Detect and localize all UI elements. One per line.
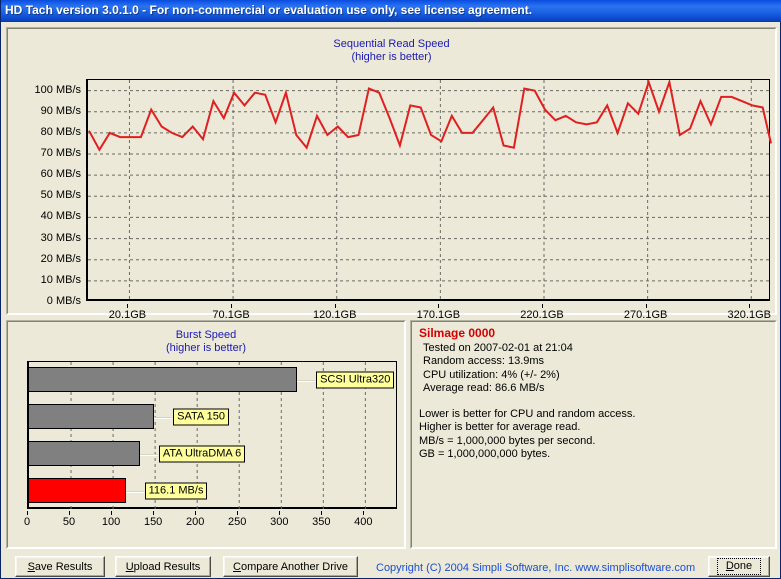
sequential-read-svg (88, 80, 772, 302)
sequential-read-line (88, 80, 772, 152)
burst-x-tick (153, 511, 155, 515)
burst-bar-leader (125, 490, 144, 493)
compare-accel: C (233, 560, 241, 573)
sequential-read-panel: Sequential Read Speed (higher is better)… (6, 27, 777, 321)
burst-x-tick-label: 300 (270, 516, 289, 528)
burst-bar (28, 404, 155, 429)
sequential-y-tick-label: 100 MB/s (34, 83, 81, 96)
cpu-utilization-line: CPU utilization: 4% (+/- 2%) (423, 368, 560, 381)
burst-bar-label: SATA 150 (173, 408, 230, 425)
sequential-y-tick-label: 70 MB/s (40, 147, 81, 159)
burst-x-tick (321, 511, 323, 515)
compare-button-label: Compare Another Drive (233, 561, 348, 573)
average-read-line: Average read: 86.6 MB/s (423, 382, 545, 394)
sequential-y-tick-label: 60 MB/s (40, 168, 81, 181)
sequential-x-tick (438, 304, 440, 308)
save-results-button[interactable]: Save Results (15, 556, 105, 577)
sequential-x-axis-labels: 20.1GB 70.1GB 120.1GB 170.1GB 220.1GB 270.1GB… (86, 304, 771, 321)
sequential-y-tick-label: 20 MB/s (40, 252, 81, 265)
burst-bar-leader (297, 379, 316, 382)
upload-results-button[interactable]: Upload Results (115, 556, 211, 577)
save-results-button-label: Save Results (28, 561, 93, 573)
burst-plot-area: SCSI Ultra320 SATA 150 ATA UltraDMA 6 116.1… (27, 361, 397, 510)
burst-bar-leader (154, 416, 173, 419)
random-access-line: Random access: 13.9ms (423, 355, 545, 367)
copyright-text: Copyright (C) 2004 Simpli Software, Inc.… (376, 562, 696, 574)
drive-info-body: Silmage 0000 Tested on 2007-02-01 at 21:… (419, 326, 770, 462)
done-accel: D (725, 560, 734, 572)
sequential-plot-frame (86, 79, 772, 302)
done-button[interactable]: Done (708, 556, 770, 577)
sequential-y-tick-label: 40 MB/s (40, 210, 81, 223)
burst-x-tick-label: 200 (185, 516, 205, 528)
burst-x-tick (27, 511, 28, 515)
upload-results-accel: U (125, 560, 134, 573)
info-note-lower-better: Lower is better for CPU and random acces… (419, 407, 636, 420)
sequential-x-tick (542, 304, 543, 308)
burst-x-tick (363, 511, 365, 515)
done-rest: one (733, 560, 753, 572)
drive-name: Silmage 0000 (419, 326, 496, 340)
sequential-y-tick-label: 10 MB/s (40, 273, 81, 286)
save-results-rest: ave Results (34, 560, 93, 573)
burst-x-tick-label: 100 (101, 516, 121, 528)
burst-x-tick-label: 400 (354, 516, 373, 528)
sequential-y-axis-labels: 100 MB/s 90 MB/s 80 MB/s 70 MB/s 60 MB/s 50 M… (7, 79, 81, 307)
burst-x-tick-label: 350 (312, 516, 331, 528)
drive-info-panel: Silmage 0000 Tested on 2007-02-01 at 21:… (410, 320, 777, 549)
sequential-x-tick (749, 304, 751, 308)
window-title: HD Tach version 3.0.1.0 - For non-commer… (5, 3, 533, 17)
hd-tach-window: HD Tach version 3.0.1.0 - For non-commer… (0, 0, 781, 579)
sequential-y-tick-label: 50 MB/s (40, 189, 81, 202)
sequential-y-tick-label: 0 MB/s (46, 295, 81, 307)
sequential-x-tick (127, 304, 129, 308)
done-button-label: Done (716, 558, 762, 575)
burst-x-tick (111, 511, 113, 515)
sequential-x-tick (334, 304, 336, 308)
sequential-y-tick-label: 90 MB/s (40, 104, 81, 117)
save-results-accel: S (27, 560, 35, 573)
burst-x-axis-labels: 0 50 100 150 200 250 300 350 400 (23, 511, 397, 528)
compare-rest: ompare Another Drive (240, 560, 348, 573)
window-titlebar: HD Tach version 3.0.1.0 - For non-commer… (1, 0, 781, 22)
burst-x-tick-label: 150 (143, 516, 163, 528)
burst-bar (28, 367, 298, 392)
sequential-x-tick (645, 304, 647, 308)
burst-bar (28, 478, 126, 503)
compare-another-drive-button[interactable]: Compare Another Drive (223, 556, 358, 577)
sequential-plot-area (86, 79, 772, 302)
sequential-y-tick-label: 80 MB/s (40, 125, 81, 138)
upload-results-rest: pload Results (133, 560, 201, 573)
burst-bar-label: 116.1 MB/s (144, 482, 208, 499)
burst-x-tick (237, 511, 239, 515)
burst-x-tick-label: 0 (23, 516, 31, 528)
info-note-gb-definition: GB = 1,000,000,000 bytes. (419, 448, 551, 460)
burst-x-tick-label: 50 (62, 516, 76, 528)
burst-bar-leader (139, 453, 158, 456)
burst-bar (28, 441, 140, 466)
tested-on-line: Tested on 2007-02-01 at 21:04 (423, 341, 573, 354)
burst-x-tick (195, 511, 197, 515)
sequential-x-tick (231, 304, 233, 308)
burst-x-tick-label: 250 (228, 516, 247, 528)
burst-bar-label: ATA UltraDMA 6 (158, 445, 246, 462)
burst-speed-panel: Burst Speed (higher is better) SCSI Ultr… (6, 320, 406, 549)
sequential-y-tick-label: 30 MB/s (40, 231, 81, 244)
info-note-mb-definition: MB/s = 1,000,000 bytes per second. (419, 434, 596, 447)
info-note-higher-better: Higher is better for average read. (419, 421, 581, 433)
upload-results-button-label: Upload Results (126, 561, 201, 573)
burst-bar-label: SCSI Ultra320 (316, 371, 395, 388)
button-bar: Save Results Upload Results Compare Anot… (1, 553, 781, 579)
burst-x-tick (69, 511, 71, 515)
burst-x-tick (279, 511, 281, 515)
